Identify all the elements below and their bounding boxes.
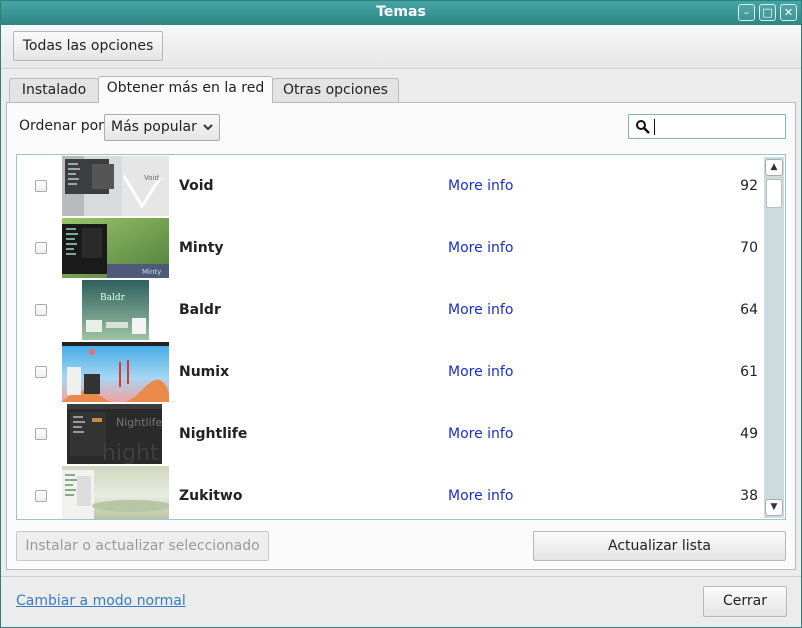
theme-checkbox[interactable] [35,366,47,378]
install-selected-button[interactable]: Instalar o actualizar seleccionado [16,531,269,561]
more-info-link[interactable]: More info [448,488,513,504]
update-list-button[interactable]: Actualizar lista [533,531,786,561]
theme-thumbnail: Void [62,156,169,216]
list-item[interactable]: Baldr Baldr More info 64 [17,279,762,341]
theme-thumbnail [62,466,169,519]
themes-window: Temas – □ ✕ Todas las opciones Instalado… [0,0,802,628]
theme-name: Numix [179,364,230,380]
more-info-link[interactable]: More info [448,364,513,380]
theme-count: 49 [740,426,758,442]
minimize-button[interactable]: – [738,4,755,21]
theme-name: Void [179,178,214,194]
titlebar: Temas – □ ✕ [1,1,801,25]
tab-get-more-online[interactable]: Obtener más en la red [98,76,273,103]
theme-checkbox[interactable] [35,490,47,502]
list-scrollbar[interactable]: ▲ ▼ [764,157,784,518]
scroll-down-button[interactable]: ▼ [765,499,783,516]
scrollbar-thumb[interactable] [766,179,782,208]
svg-text:Void: Void [144,174,159,182]
theme-thumbnail: Minty [62,218,169,278]
maximize-icon: □ [762,6,773,19]
svg-text:hight: hight [102,441,159,464]
theme-count: 70 [740,240,758,256]
switch-normal-mode-link[interactable]: Cambiar a modo normal [16,593,186,609]
close-icon: ✕ [783,6,794,19]
theme-checkbox[interactable] [35,428,47,440]
text-cursor [654,119,655,135]
close-button[interactable]: Cerrar [703,586,787,617]
sort-selected-value: Más popular [111,119,197,135]
theme-name: Minty [179,240,224,256]
list-item[interactable]: Nightlife hight Nightlife More info 49 [17,403,762,465]
theme-checkbox[interactable] [35,242,47,254]
list-item[interactable]: Void Void More info 92 [17,155,762,217]
list-item[interactable]: Zukitwo More info 38 [17,465,762,519]
search-input[interactable] [653,117,781,136]
more-info-link[interactable]: More info [448,178,513,194]
search-box[interactable] [628,114,786,139]
theme-thumbnail [62,342,169,402]
svg-text:Minty: Minty [142,268,161,276]
chevron-down-icon: ▼ [770,502,778,512]
sort-select[interactable]: Más popular [104,114,220,141]
tab-panel: Ordenar por Más popular Void Void More i… [6,102,796,570]
svg-text:Nightlife: Nightlife [116,416,163,429]
svg-text:Baldr: Baldr [100,293,126,303]
search-icon [635,119,651,135]
maximize-button[interactable]: □ [759,4,776,21]
theme-count: 61 [740,364,758,380]
more-info-link[interactable]: More info [448,426,513,442]
theme-thumbnail: Nightlife hight [62,404,169,464]
theme-checkbox[interactable] [35,304,47,316]
all-options-button[interactable]: Todas las opciones [13,31,163,61]
tab-other-options[interactable]: Otras opciones [272,78,399,102]
footer: Cambiar a modo normal Cerrar [1,576,801,624]
more-info-link[interactable]: More info [448,240,513,256]
chevron-up-icon: ▲ [770,162,778,172]
theme-thumbnail: Baldr [62,280,169,340]
theme-count: 92 [740,178,758,194]
list-item[interactable]: Numix More info 61 [17,341,762,403]
theme-name: Zukitwo [179,488,243,504]
theme-name: Baldr [179,302,221,318]
sort-label: Ordenar por [19,118,104,134]
toolbar: Todas las opciones [1,25,801,69]
theme-name: Nightlife [179,426,248,442]
theme-checkbox[interactable] [35,180,47,192]
list-item[interactable]: Minty Minty More info 70 [17,217,762,279]
tab-installed[interactable]: Instalado [9,78,99,102]
chevron-down-icon [202,115,214,140]
more-info-link[interactable]: More info [448,302,513,318]
theme-count: 64 [740,302,758,318]
theme-count: 38 [740,488,758,504]
minimize-icon: – [743,6,750,19]
close-window-button[interactable]: ✕ [780,4,797,21]
themes-list[interactable]: Void Void More info 92 Minty Minty More … [16,154,786,520]
window-title: Temas [376,4,426,20]
scroll-up-button[interactable]: ▲ [765,159,783,176]
